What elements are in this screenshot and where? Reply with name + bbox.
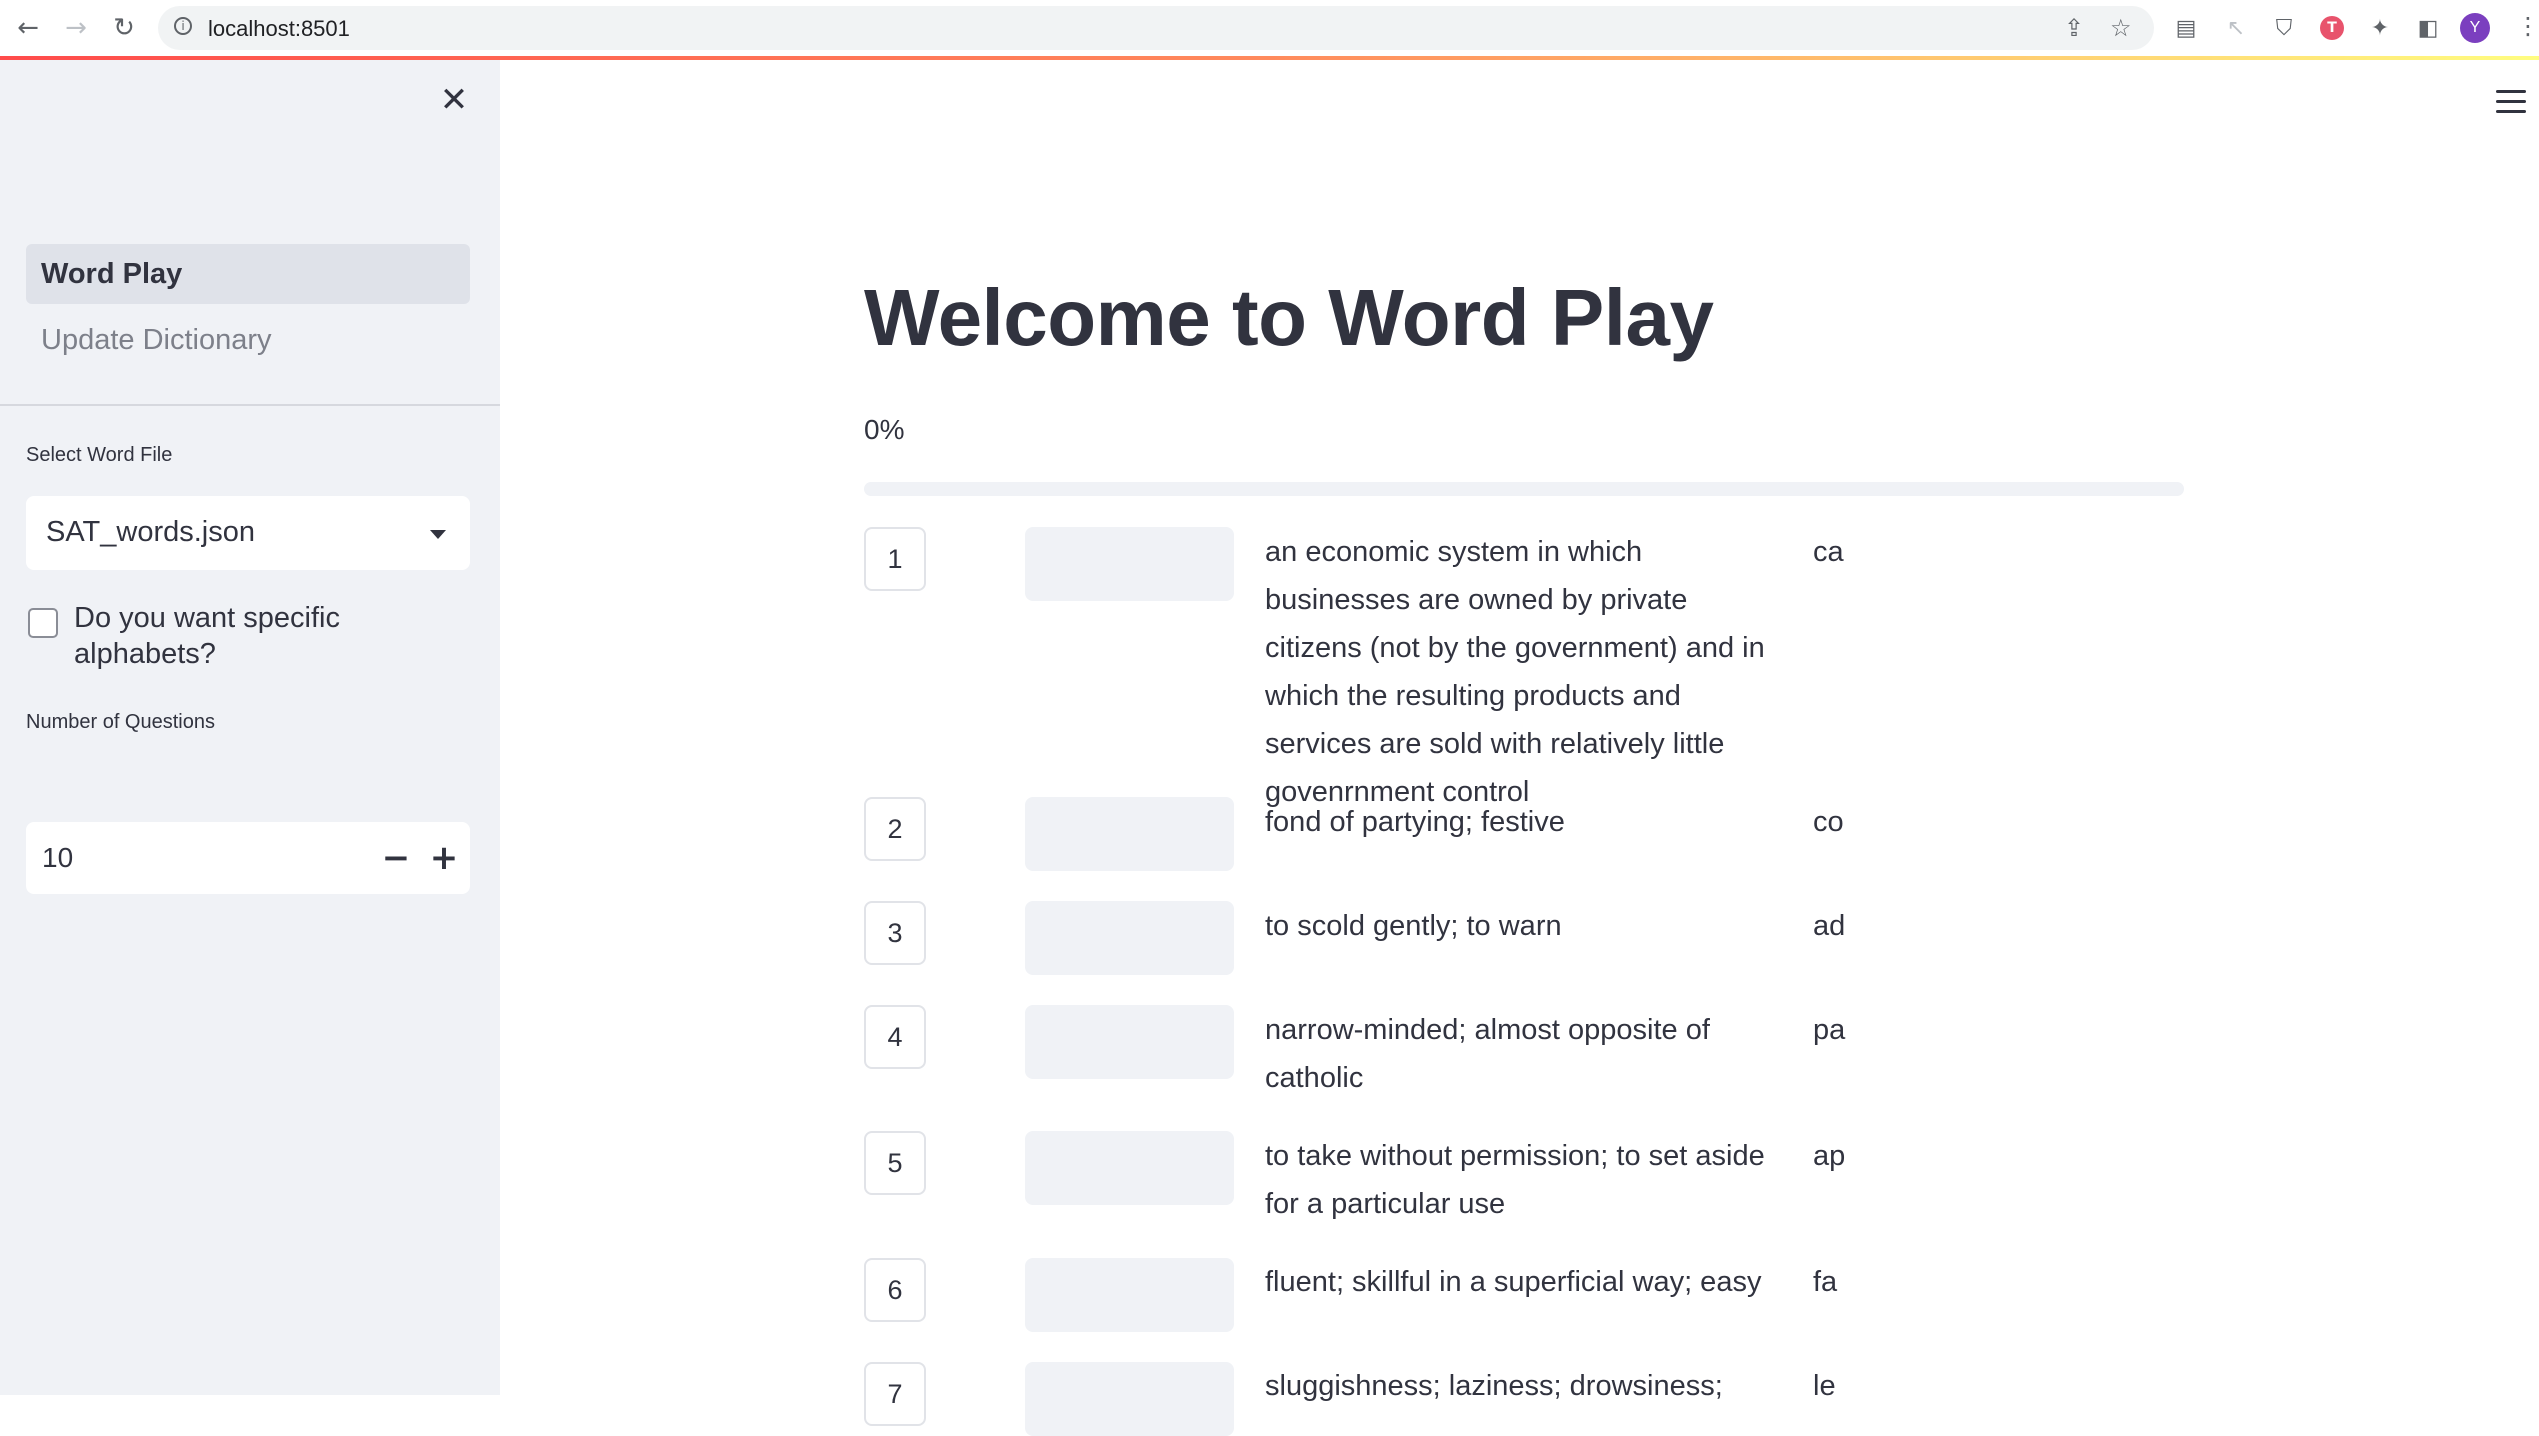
cursor-extension-icon[interactable]: ↖ [2222, 14, 2250, 42]
question-hint: ap [1813, 1140, 1846, 1172]
question-hint: pa [1813, 1014, 1846, 1046]
answer-input[interactable] [1025, 527, 1234, 601]
question-definition: narrow-minded; almost opposite of cathol… [1265, 1014, 1710, 1094]
page-title: Welcome to Word Play [864, 273, 1714, 362]
word-file-value: SAT_words.json [46, 516, 255, 548]
question-hint: le [1813, 1370, 1836, 1402]
num-questions-value[interactable]: 10 [42, 842, 73, 874]
word-file-label: Select Word File [26, 444, 173, 466]
share-icon[interactable]: ⇪ [2064, 16, 2084, 40]
caret-down-icon [430, 530, 446, 539]
question-hint: ca [1813, 536, 1844, 568]
answer-input[interactable] [1025, 1131, 1234, 1205]
side-panel-icon[interactable]: ◧ [2414, 14, 2442, 42]
num-questions-label: Number of Questions [26, 711, 215, 733]
question-definition: to scold gently; to warn [1265, 910, 1562, 942]
browser-menu-icon[interactable]: ⋮ [2516, 12, 2539, 40]
hamburger-menu-icon[interactable] [2496, 90, 2526, 114]
question-number: 1 [864, 527, 926, 591]
word-file-select[interactable]: SAT_words.json [26, 496, 470, 570]
question-hint: ad [1813, 910, 1846, 942]
extension-badge: T [2320, 16, 2344, 40]
puzzle-extensions-icon[interactable]: ✦ [2366, 14, 2394, 42]
translate-extension-icon[interactable]: T [2318, 14, 2346, 42]
specific-alphabets-checkbox[interactable] [28, 608, 58, 638]
progress-text: 0% [864, 414, 905, 445]
question-definition: to take without permission; to set aside… [1265, 1140, 1765, 1220]
address-bar[interactable]: i localhost:8501 ⇪ ☆ [158, 6, 2154, 50]
question-definition: fond of partying; festive [1265, 806, 1565, 838]
question-definition: fluent; skillful in a superficial way; e… [1265, 1266, 1762, 1298]
question-hint: co [1813, 806, 1844, 838]
decrement-button[interactable]: − [378, 838, 414, 878]
close-icon[interactable]: ✕ [438, 83, 470, 117]
question-number: 3 [864, 901, 926, 965]
specific-alphabets-label[interactable]: Do you want specific alphabets? [74, 600, 434, 672]
question-number: 4 [864, 1005, 926, 1069]
answer-input[interactable] [1025, 1258, 1234, 1332]
num-questions-stepper[interactable]: 10 − + [26, 822, 470, 894]
answer-input[interactable] [1025, 901, 1234, 975]
sidebar: ✕ Word Play Update Dictionary Select Wor… [0, 60, 500, 1395]
question-number: 2 [864, 797, 926, 861]
progress-bar [864, 482, 2184, 496]
increment-button[interactable]: + [426, 838, 462, 878]
answer-input[interactable] [1025, 1362, 1234, 1436]
question-hint: fa [1813, 1266, 1838, 1298]
question-definition: an economic system in which businesses a… [1265, 536, 1765, 808]
question-number: 5 [864, 1131, 926, 1195]
question-definition: sluggishness; laziness; drowsiness; [1265, 1370, 1723, 1402]
answer-input[interactable] [1025, 1005, 1234, 1079]
browser-toolbar: ← → ↻ i localhost:8501 ⇪ ☆ ▤ ↖ ⛉ T ✦ ◧ Y… [0, 0, 2539, 57]
reader-mode-icon[interactable]: ▤ [2172, 14, 2200, 42]
forward-arrow-icon[interactable]: → [60, 12, 92, 44]
shield-extension-icon[interactable]: ⛉ [2270, 14, 2298, 42]
profile-avatar[interactable]: Y [2460, 13, 2490, 43]
back-arrow-icon[interactable]: ← [12, 12, 44, 44]
url-text: localhost:8501 [208, 16, 350, 41]
question-number: 6 [864, 1258, 926, 1322]
reload-icon[interactable]: ↻ [108, 12, 140, 44]
question-number: 7 [864, 1362, 926, 1426]
site-info-icon[interactable]: i [174, 17, 192, 35]
sidebar-item-word-play[interactable]: Word Play [26, 244, 470, 304]
answer-input[interactable] [1025, 797, 1234, 871]
sidebar-item-update-dictionary[interactable]: Update Dictionary [26, 310, 470, 370]
bookmark-star-icon[interactable]: ☆ [2110, 16, 2132, 40]
sidebar-divider [0, 404, 500, 406]
